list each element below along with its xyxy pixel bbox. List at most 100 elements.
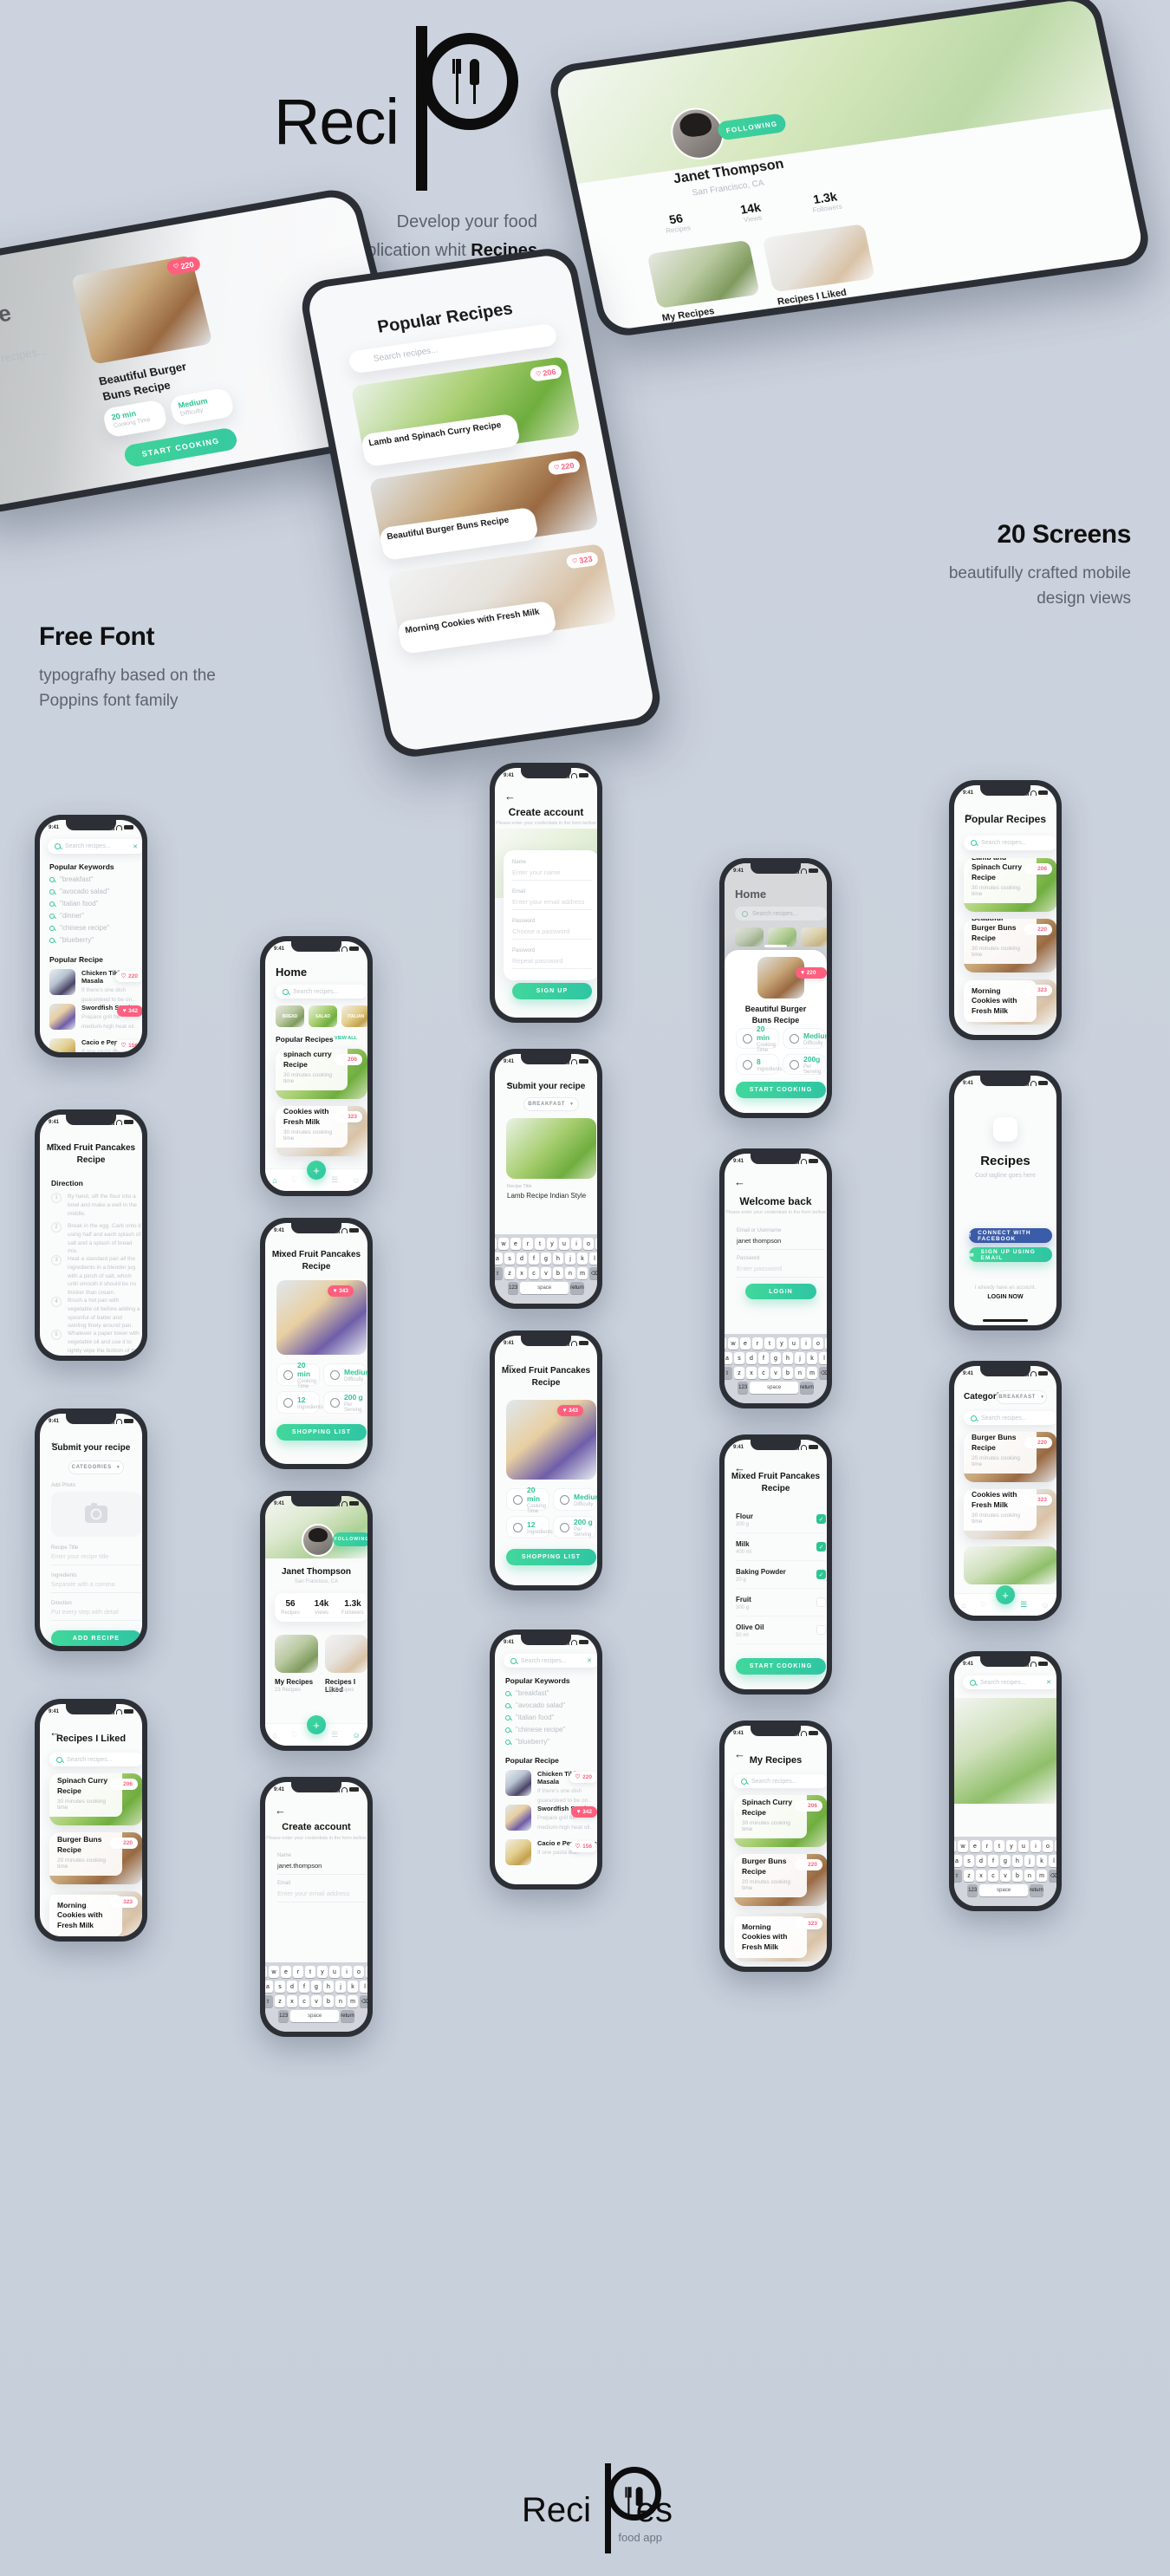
key[interactable]: q — [495, 1238, 497, 1250]
recipe-card[interactable]: ♡220 Beautiful Burger Buns Recipe 20 min… — [49, 1832, 142, 1884]
screen-recipe-detail-pancakes[interactable]: 9:41 ← Mixed Fruit Pancakes Recipe ♥ 343 … — [260, 1218, 373, 1469]
key[interactable]: z — [964, 1870, 974, 1882]
ingredient-row[interactable]: Milk 400 ml ✓ — [736, 1540, 826, 1561]
recipe-title-value[interactable]: Lamb Recipe Indian Style — [507, 1192, 586, 1200]
login-now-link[interactable]: LOGIN NOW — [954, 1294, 1056, 1300]
ingredient-row[interactable]: Flour 200 g ✓ — [736, 1512, 826, 1533]
shift-key[interactable]: ⇧ — [954, 1870, 962, 1882]
key[interactable]: j — [795, 1352, 805, 1364]
key[interactable]: p — [595, 1238, 597, 1250]
key[interactable]: d — [517, 1252, 527, 1265]
key[interactable]: l — [819, 1352, 827, 1364]
key[interactable]: n — [335, 1995, 346, 2007]
back-button[interactable]: ← — [275, 1805, 286, 1816]
gallery-image-liked[interactable] — [325, 1635, 367, 1673]
close-icon[interactable]: ✕ — [587, 1657, 592, 1664]
close-icon[interactable]: ✕ — [133, 843, 138, 850]
return-key[interactable]: return — [570, 1282, 584, 1294]
checkbox-unchecked[interactable] — [816, 1597, 826, 1607]
password-field[interactable]: Password Choose a password — [512, 919, 592, 940]
key[interactable]: z — [275, 1995, 285, 2007]
keyword-item[interactable]: "avocado salad" — [49, 888, 109, 895]
recipe-card[interactable]: ♡323 Morning Cookies with Fresh Milk 30 … — [276, 1106, 367, 1156]
on-screen-keyboard[interactable]: q w e r t y u i o p a s d f g h j — [725, 1334, 827, 1403]
return-key[interactable]: return — [341, 2010, 354, 2022]
numbers-key[interactable]: 123 — [278, 2010, 289, 2022]
list-item[interactable]: Chicken Tikka Masala If there's one dish… — [505, 1770, 597, 1805]
tab-favorites[interactable]: ♡ — [980, 1600, 987, 1610]
key[interactable]: m — [1037, 1870, 1047, 1882]
search-input[interactable]: Search recipes... — [964, 1411, 1056, 1425]
add-recipe-fab[interactable]: + — [307, 1715, 326, 1734]
screen-pancakes-detail-2[interactable]: 9:41 ← Mixed Fruit Pancakes Recipe ♥ 343 … — [490, 1330, 602, 1590]
key[interactable]: y — [547, 1238, 557, 1250]
mockup-left-start-cooking-button[interactable]: START COOKING — [122, 426, 239, 469]
key[interactable]: o — [813, 1337, 823, 1350]
sign-up-button[interactable]: SIGN UP — [512, 983, 592, 999]
key[interactable]: e — [281, 1966, 291, 1978]
screen-recipes-i-liked[interactable]: 9:41 ← Recipes I Liked Search recipes...… — [35, 1699, 147, 1942]
key[interactable]: j — [335, 1981, 346, 1993]
email-field[interactable]: Email Enter your email address — [512, 889, 592, 910]
screen-profile[interactable]: 9:41 FOLLOWING Janet Thompson San Franci… — [260, 1491, 373, 1751]
key[interactable]: y — [1006, 1840, 1017, 1852]
key[interactable]: v — [541, 1267, 551, 1279]
ingredient-row[interactable]: Olive Oil 50 ml — [736, 1623, 826, 1644]
tab-profile[interactable]: ☺ — [353, 1176, 361, 1185]
key[interactable]: t — [535, 1238, 545, 1250]
key[interactable]: e — [970, 1840, 980, 1852]
following-button[interactable]: FOLLOWING — [333, 1532, 367, 1546]
checkbox-checked[interactable]: ✓ — [816, 1542, 826, 1551]
start-cooking-button[interactable]: START COOKING — [736, 1658, 826, 1675]
key[interactable]: m — [807, 1367, 817, 1379]
screen-login-landing[interactable]: 9:41 Recipes Cool tagline goes here f CO… — [949, 1070, 1062, 1330]
list-item[interactable]: Cacio e Pepe Pasta If one pasta dish ♡ 15… — [49, 1038, 142, 1052]
screen-search-keywords-2[interactable]: 9:41 Search recipes... ✕ Popular Keyword… — [490, 1630, 602, 1890]
key[interactable]: r — [523, 1238, 533, 1250]
screen-welcome-back[interactable]: 9:41 ← Welcome back Please enter your cr… — [719, 1148, 832, 1408]
tab-collections[interactable]: ☰ — [331, 1730, 338, 1740]
keyword-item[interactable]: "blueberry" — [505, 1738, 549, 1746]
key[interactable]: a — [495, 1252, 503, 1265]
key[interactable]: b — [1012, 1870, 1023, 1882]
key[interactable]: r — [982, 1840, 992, 1852]
key[interactable]: g — [311, 1981, 322, 1993]
numbers-key[interactable]: 123 — [738, 1382, 749, 1394]
tab-home[interactable]: ⌂ — [961, 1601, 965, 1610]
gallery-image-my-recipes[interactable] — [275, 1635, 318, 1673]
key[interactable]: m — [348, 1995, 358, 2007]
key[interactable]: o — [583, 1238, 594, 1250]
key[interactable]: f — [529, 1252, 539, 1265]
numbers-key[interactable]: 123 — [967, 1884, 978, 1896]
key[interactable]: t — [305, 1966, 315, 1978]
key[interactable]: l — [589, 1252, 597, 1265]
keyword-item[interactable]: "chinese recipe" — [49, 924, 109, 932]
key[interactable]: t — [994, 1840, 1004, 1852]
screen-search-keywords[interactable]: 9:41 Search recipes... ✕ Popular Keyword… — [35, 815, 147, 1057]
key[interactable]: a — [265, 1981, 273, 1993]
key[interactable]: w — [498, 1238, 509, 1250]
add-recipe-button[interactable]: ADD RECIPE — [51, 1630, 141, 1646]
key[interactable]: y — [317, 1966, 328, 1978]
recipe-card[interactable]: ♡323 Morning Cookies with Fresh Milk — [734, 1913, 827, 1961]
screen-recipe-detail-sheet[interactable]: 9:41 Home Search recipes... ♥ 220 Beautif… — [719, 858, 832, 1118]
key[interactable]: o — [1043, 1840, 1053, 1852]
recipe-photo[interactable] — [506, 1118, 596, 1179]
shift-key[interactable]: ⇧ — [725, 1367, 732, 1379]
screen-submit-recipe[interactable]: 9:41 ← Submit your recipe BREAKFAST ▼ Re… — [490, 1049, 602, 1309]
space-key[interactable]: space — [979, 1884, 1029, 1896]
key[interactable]: o — [354, 1966, 364, 1978]
search-input[interactable]: Search recipes... ✕ — [504, 1654, 597, 1668]
key[interactable]: f — [988, 1855, 998, 1867]
recipe-card[interactable]: ♡220 Beautiful Burger Buns Recipe 20 min… — [964, 1432, 1056, 1482]
key[interactable]: i — [801, 1337, 811, 1350]
recipe-card[interactable]: ♡323 Morning Cookies with Fresh Milk — [964, 979, 1056, 1025]
backspace-key[interactable]: ⌫ — [1049, 1870, 1056, 1882]
tab-profile[interactable]: ☺ — [1042, 1601, 1050, 1610]
backspace-key[interactable]: ⌫ — [589, 1267, 597, 1279]
key[interactable]: q — [265, 1966, 267, 1978]
login-button[interactable]: LOGIN — [745, 1284, 816, 1299]
key[interactable]: u — [1018, 1840, 1029, 1852]
key[interactable]: u — [329, 1966, 340, 1978]
search-input[interactable]: Search recipes... — [49, 1753, 142, 1766]
